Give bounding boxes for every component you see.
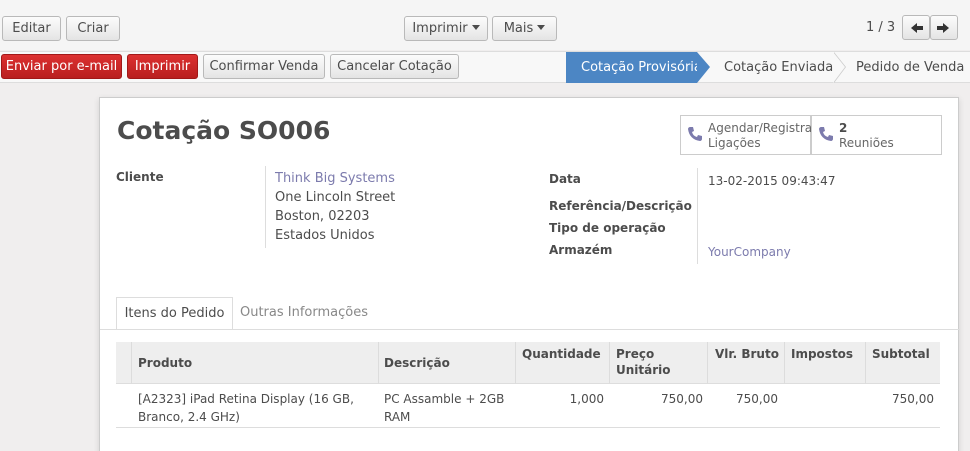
form-sheet: Cotação SO006 Agendar/Registrar Ligações… xyxy=(99,97,960,451)
stage-draft-quote[interactable]: Cotação Provisória xyxy=(566,52,702,83)
tab-order-lines[interactable]: Itens do Pedido xyxy=(116,297,233,330)
pager-value: 1 / 3 xyxy=(866,20,896,35)
more-dropdown-label: Mais xyxy=(503,21,534,36)
cell-quantity[interactable]: 1,000 xyxy=(518,390,604,408)
meetings-label: Reuniões xyxy=(839,136,894,150)
date-value[interactable]: 13-02-2015 09:43:47 xyxy=(708,174,835,188)
print-dropdown-button[interactable]: Imprimir xyxy=(404,16,488,41)
print-dropdown-label: Imprimir xyxy=(412,21,468,36)
column-header-taxes[interactable]: Impostos xyxy=(791,346,853,362)
tab-other-info[interactable]: Outras Informações xyxy=(239,297,369,330)
stage-sale-order[interactable]: Pedido de Venda xyxy=(856,52,966,83)
column-header-quantity[interactable]: Quantidade xyxy=(522,346,601,362)
meetings-button[interactable]: 2 Reuniões xyxy=(811,115,942,155)
customer-city: Boston, 02203 xyxy=(275,209,370,224)
create-button[interactable]: Criar xyxy=(66,16,120,41)
column-header-description[interactable]: Descrição xyxy=(384,355,450,371)
cancel-quote-button[interactable]: Cancelar Cotação xyxy=(330,54,459,79)
cell-subtotal: 750,00 xyxy=(892,392,934,406)
print-quote-button[interactable]: Imprimir xyxy=(127,54,198,79)
column-header-gross[interactable]: Vlr. Bruto xyxy=(715,346,779,362)
customer-label: Cliente xyxy=(116,170,164,184)
page-title: Cotação SO006 xyxy=(117,116,331,145)
column-header-unit-price[interactable]: Preço Unitário xyxy=(616,346,671,378)
warehouse-link[interactable]: YourCompany xyxy=(708,245,791,259)
arrow-right-icon xyxy=(943,23,949,33)
operation-type-label: Tipo de operação xyxy=(549,221,666,235)
schedule-calls-label-2: Ligações xyxy=(708,136,761,150)
table-header: Produto Descrição Quantidade Preço Unitá… xyxy=(116,342,940,384)
phone-icon xyxy=(819,127,833,141)
control-panel: Editar Criar Imprimir Mais 1 / 3 xyxy=(0,0,970,50)
cell-product[interactable]: [A2323] iPad Retina Display (16 GB, Bran… xyxy=(138,390,354,426)
confirm-sale-button[interactable]: Confirmar Venda xyxy=(203,54,325,79)
pager-previous-button[interactable] xyxy=(902,15,930,40)
column-header-product[interactable]: Produto xyxy=(138,355,192,371)
customer-country: Estados Unidos xyxy=(275,228,375,243)
cell-description[interactable]: PC Assamble + 2GB RAM xyxy=(384,390,504,426)
schedule-calls-button[interactable]: Agendar/Registrar Ligações xyxy=(680,115,817,155)
customer-name-link[interactable]: Think Big Systems xyxy=(275,171,395,186)
pager-next-button[interactable] xyxy=(930,15,958,40)
customer-street: One Lincoln Street xyxy=(275,190,396,205)
schedule-calls-label-1: Agendar/Registrar xyxy=(708,121,818,135)
cell-unit-price[interactable]: 750,00 xyxy=(612,390,703,408)
more-dropdown-button[interactable]: Mais xyxy=(492,16,557,41)
column-header-subtotal[interactable]: Subtotal xyxy=(872,346,930,362)
stage-quote-sent[interactable]: Cotação Enviada xyxy=(724,52,834,83)
reference-label: Referência/Descrição xyxy=(549,199,692,213)
meetings-count: 2 xyxy=(839,121,848,135)
edit-button[interactable]: Editar xyxy=(2,16,61,41)
cell-gross[interactable]: 750,00 xyxy=(710,390,778,408)
statusbar: Enviar por e-mail Imprimir Confirmar Ven… xyxy=(0,51,970,83)
caret-down-icon xyxy=(471,25,480,30)
phone-icon xyxy=(688,127,702,141)
caret-down-icon xyxy=(537,25,546,30)
send-email-button[interactable]: Enviar por e-mail xyxy=(1,54,122,79)
date-label: Data xyxy=(549,172,581,186)
warehouse-label: Armazém xyxy=(549,243,613,257)
